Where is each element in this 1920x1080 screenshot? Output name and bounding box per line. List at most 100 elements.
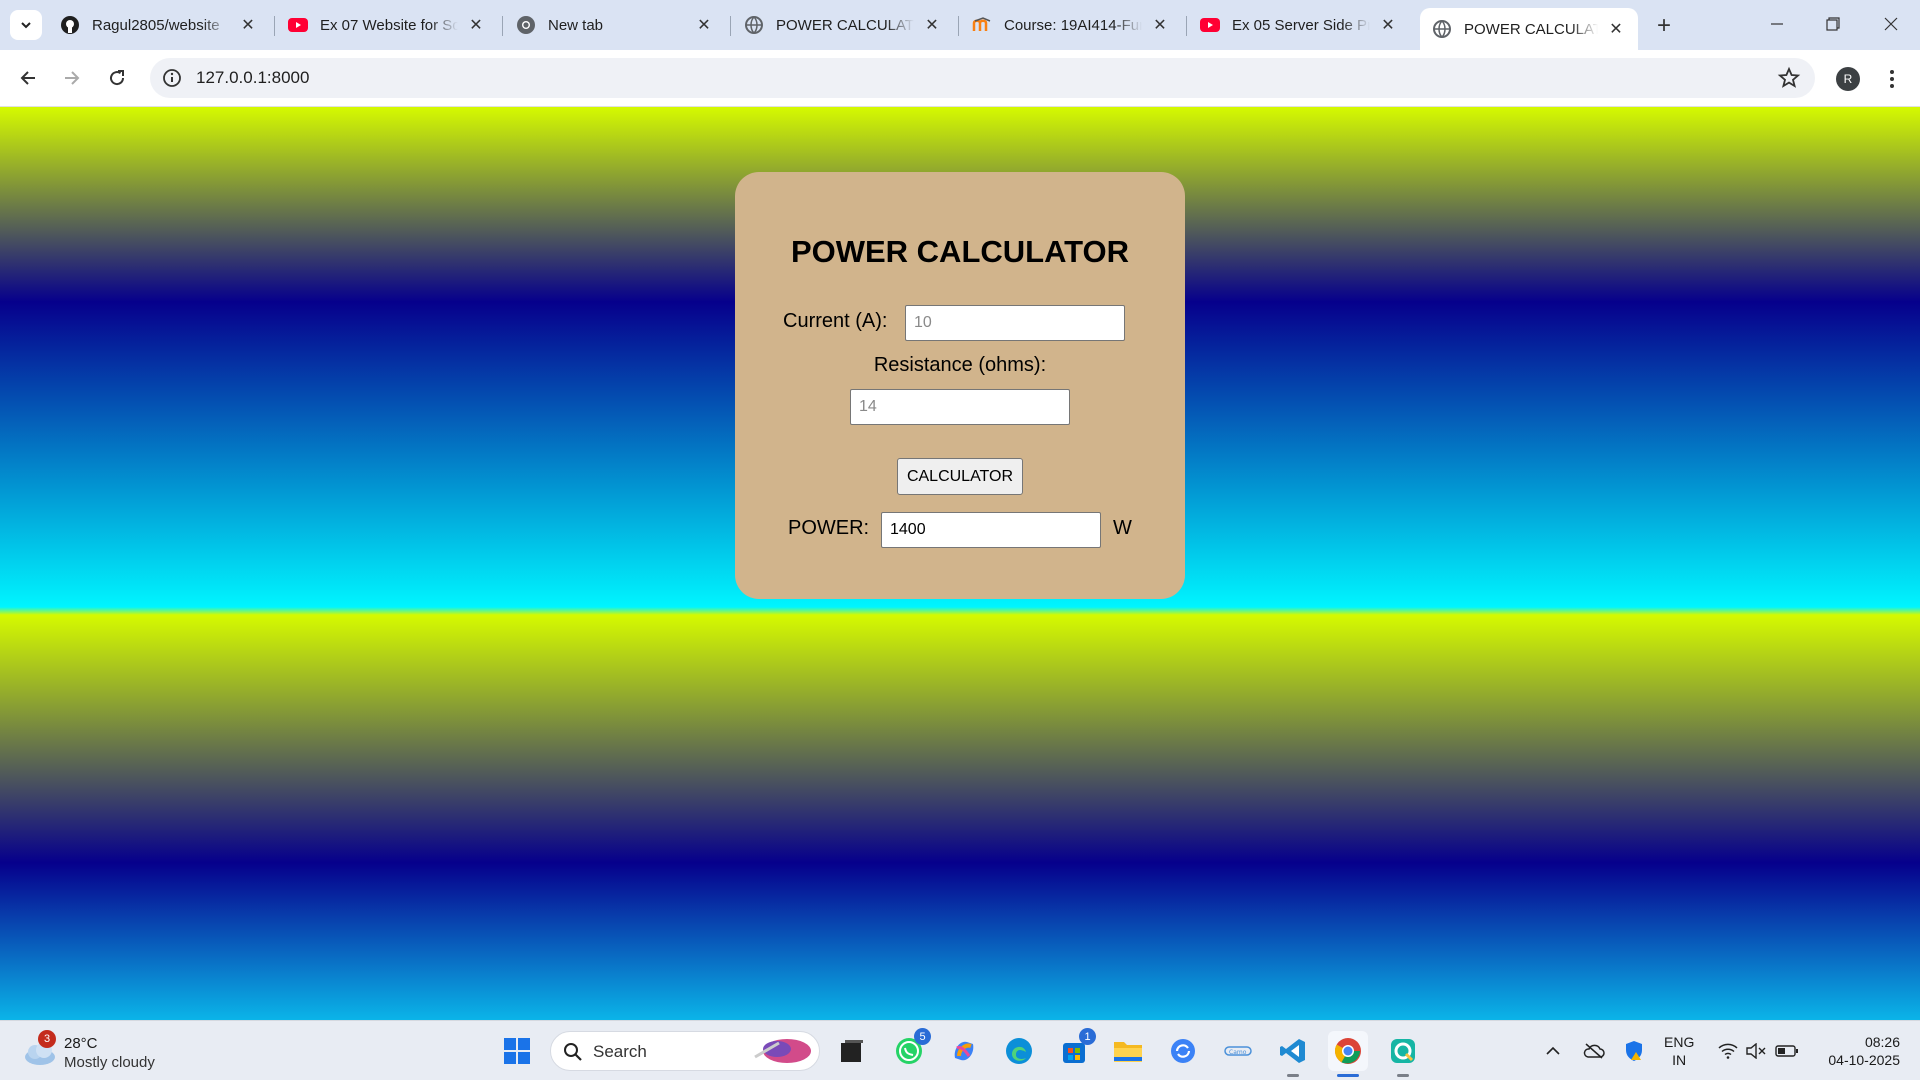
store-button[interactable]: 1: [1054, 1028, 1096, 1071]
sync-app-button[interactable]: [1163, 1031, 1203, 1071]
battery-button[interactable]: [1774, 1037, 1800, 1065]
clock-date: 04-10-2025: [1828, 1052, 1900, 1068]
shield-icon: [1626, 1041, 1642, 1061]
bookmark-star-icon[interactable]: [1777, 66, 1801, 90]
minimize-icon: [1771, 23, 1783, 25]
close-window-button[interactable]: [1868, 8, 1914, 40]
resistance-input[interactable]: [850, 389, 1070, 425]
tab-power-calculator-active[interactable]: POWER CALCULATOR ✕: [1420, 8, 1638, 50]
store-badge: 1: [1079, 1028, 1096, 1045]
chrome-icon: [1334, 1038, 1361, 1064]
edge-icon: [1006, 1038, 1032, 1064]
folder-icon: [1114, 1042, 1142, 1062]
power-output[interactable]: [881, 512, 1101, 548]
forward-button[interactable]: [56, 62, 88, 94]
tab-title: Ex 07 Website for Sof: [320, 16, 458, 34]
resistance-label: Resistance (ohms):: [873, 354, 1047, 376]
close-icon[interactable]: ✕: [694, 15, 714, 35]
tray-overflow-button[interactable]: [1543, 1037, 1563, 1065]
close-icon[interactable]: ✕: [238, 15, 258, 35]
info-icon[interactable]: [162, 68, 182, 88]
close-icon[interactable]: ✕: [1378, 15, 1398, 35]
tab-new-tab[interactable]: New tab ✕: [504, 8, 726, 42]
battery-icon: [1775, 1045, 1798, 1057]
search-label: Search: [593, 1042, 647, 1061]
file-explorer-button[interactable]: [1108, 1031, 1148, 1071]
tab-title: New tab: [548, 16, 604, 34]
current-label: Current (A):: [783, 310, 888, 332]
lang-region: IN: [1672, 1052, 1687, 1068]
back-button[interactable]: [12, 62, 44, 94]
running-indicator: [1397, 1074, 1409, 1077]
reload-icon: [110, 70, 125, 86]
system-clock[interactable]: 08:26 04-10-2025: [1810, 1033, 1900, 1069]
tab-youtube-ex07[interactable]: Ex 07 Website for Sof ✕: [276, 8, 498, 42]
tab-title: Course: 19AI414-Fun: [1004, 16, 1142, 34]
calculator-card: POWER CALCULATOR Current (A): Resistance…: [735, 172, 1185, 599]
page-background: POWER CALCULATOR Current (A): Resistance…: [0, 107, 1920, 1020]
page-title: POWER CALCULATOR: [790, 234, 1130, 269]
power-label: POWER:: [788, 517, 870, 539]
arrow-left-icon: [20, 71, 35, 85]
security-button[interactable]: [1622, 1037, 1646, 1065]
tab-title: Ragul2805/website: [92, 16, 220, 34]
restore-button[interactable]: [1810, 8, 1856, 40]
app-icon: [1391, 1039, 1415, 1063]
browser-toolbar: 127.0.0.1:8000 R: [0, 50, 1920, 107]
tab-github[interactable]: Ragul2805/website ✕: [48, 8, 270, 42]
clock-time: 08:26: [1864, 1034, 1900, 1050]
youtube-icon: [1200, 15, 1220, 35]
reload-button[interactable]: [101, 62, 133, 94]
whatsapp-button[interactable]: 5: [889, 1028, 931, 1071]
wifi-button[interactable]: [1716, 1037, 1740, 1065]
camo-button[interactable]: Camo: [1218, 1031, 1258, 1071]
weather-condition: Mostly cloudy: [64, 1054, 155, 1071]
sync-icon: [1171, 1039, 1195, 1063]
edge-button[interactable]: [999, 1031, 1039, 1071]
chrome-icon: [516, 15, 536, 35]
tab-youtube-ex05[interactable]: Ex 05 Server Side Pro ✕: [1188, 8, 1410, 42]
url-text: 127.0.0.1:8000: [196, 68, 310, 87]
svg-text:Camo: Camo: [1229, 1049, 1247, 1056]
active-indicator: [1337, 1074, 1359, 1077]
tab-title: Ex 05 Server Side Pro: [1232, 16, 1370, 34]
app-button[interactable]: [1383, 1031, 1423, 1077]
tab-separator: [730, 16, 731, 36]
taskbar-search[interactable]: Search: [550, 1031, 820, 1071]
close-icon[interactable]: ✕: [1150, 15, 1170, 35]
close-icon[interactable]: ✕: [922, 15, 942, 35]
copilot-button[interactable]: [944, 1031, 984, 1071]
volume-button[interactable]: [1744, 1037, 1768, 1065]
globe-icon: [1432, 19, 1452, 39]
minimize-button[interactable]: [1754, 8, 1800, 40]
volume-muted-icon: [1746, 1043, 1766, 1059]
moodle-icon: [972, 15, 992, 35]
chrome-button[interactable]: [1328, 1031, 1368, 1077]
tab-moodle-course[interactable]: Course: 19AI414-Fun ✕: [960, 8, 1182, 42]
power-unit: W: [1113, 517, 1132, 539]
vscode-button[interactable]: [1273, 1031, 1313, 1077]
weather-badge: 3: [38, 1030, 56, 1048]
profile-avatar[interactable]: R: [1836, 67, 1860, 91]
current-input[interactable]: [905, 305, 1125, 341]
tab-search-button[interactable]: [10, 10, 42, 40]
restore-icon: [1826, 17, 1840, 31]
onedrive-button[interactable]: [1582, 1037, 1606, 1065]
windows-icon: [504, 1038, 530, 1064]
vscode-icon: [1280, 1039, 1305, 1063]
input-language[interactable]: ENG IN: [1664, 1033, 1694, 1069]
search-highlight-icon: [754, 1039, 811, 1063]
close-icon[interactable]: ✕: [1606, 19, 1626, 39]
cloud-offline-icon: [1583, 1043, 1605, 1059]
start-button[interactable]: [497, 1031, 537, 1071]
copilot-icon: [954, 1041, 974, 1061]
address-bar[interactable]: 127.0.0.1:8000: [150, 58, 1815, 98]
browser-menu-button[interactable]: [1880, 64, 1904, 94]
weather-widget[interactable]: 3 28°C Mostly cloudy: [20, 1029, 170, 1073]
calculate-button[interactable]: CALCULATOR: [897, 458, 1023, 495]
close-icon[interactable]: ✕: [466, 15, 486, 35]
task-view-button[interactable]: [832, 1031, 872, 1071]
new-tab-button[interactable]: +: [1650, 12, 1678, 40]
running-indicator: [1287, 1074, 1299, 1077]
tab-power-calculator[interactable]: POWER CALCULATOR ✕: [732, 8, 954, 42]
